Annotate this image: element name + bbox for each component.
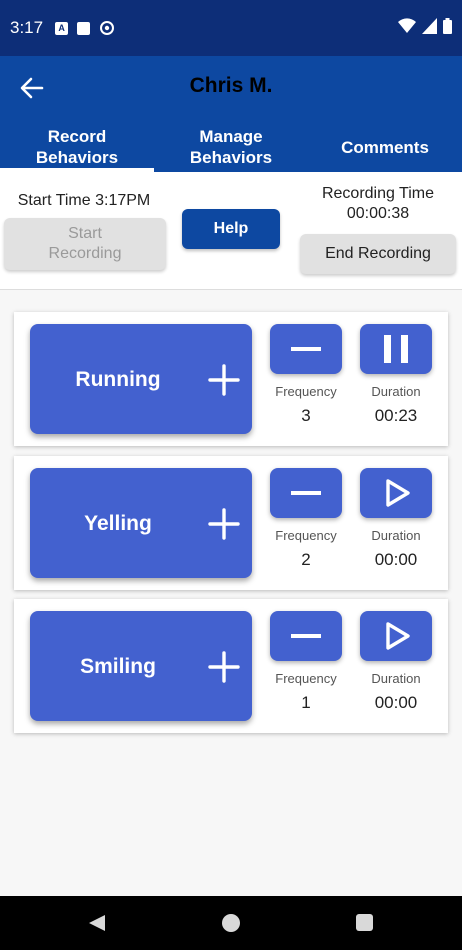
battery-icon [443,18,452,34]
behavior-smiling-button[interactable]: Smiling [30,611,252,721]
tab-manage-behaviors[interactable]: Manage Behaviors [154,122,308,172]
tab-bar: Record Behaviors Manage Behaviors Commen… [0,122,462,172]
start-recording-button[interactable]: Start Recording [4,218,166,270]
behavior-running-button[interactable]: Running [30,324,252,434]
decrement-frequency-button[interactable] [270,611,342,661]
plus-icon [208,651,240,683]
frequency-value: 2 [301,550,311,569]
sync-icon [100,21,115,35]
decrement-frequency-button[interactable] [270,324,342,374]
wifi-icon [398,18,416,33]
duration-label: Duration [371,384,421,399]
start-time: Start Time 3:17PM [17,192,151,209]
page-title: Chris M. [189,74,273,97]
behavior-card: Smiling Frequency 1 Duration 00:00 [14,599,448,733]
tab-comments[interactable]: Comments [308,122,462,172]
pause-icon [384,335,408,363]
frequency-value: 3 [301,406,311,425]
a-icon: A [55,21,69,35]
tab-label: Comments [341,137,429,157]
play-icon [386,479,410,507]
end-recording-label: End Recording [325,245,431,262]
behavior-name: Running [75,368,161,391]
duration-value: 00:00 [374,550,418,569]
sd-card-icon [77,21,91,35]
frequency-label: Frequency [275,671,337,686]
frequency-label: Frequency [275,528,337,543]
decrement-frequency-button[interactable] [270,468,342,518]
status-time: 3:17 [10,18,44,37]
minus-icon [291,347,321,351]
help-label: Help [213,220,249,237]
frequency-label: Frequency [275,384,337,399]
signal-icon [422,18,437,34]
duration-label: Duration [371,528,421,543]
start-recording-label: Start Recording [48,225,122,262]
play-icon [386,622,410,650]
system-nav-bar [0,896,462,950]
recording-controls: Start Time 3:17PM Start Recording Help R… [0,172,462,290]
minus-icon [291,491,321,495]
help-button[interactable]: Help [182,209,280,249]
nav-home-icon[interactable] [222,914,240,932]
duration-toggle-button[interactable] [360,324,432,374]
plus-icon [208,364,240,396]
frequency-value: 1 [301,693,311,712]
duration-value: 00:23 [374,406,418,425]
recording-time-label: Recording Time [321,185,435,202]
duration-label: Duration [371,671,421,686]
tab-record-behaviors[interactable]: Record Behaviors [0,122,154,172]
nav-recents-icon[interactable] [356,914,373,931]
plus-icon [208,508,240,540]
behavior-name: Yelling [84,512,152,535]
behavior-card: Yelling Frequency 2 Duration 00:00 [14,456,448,590]
behavior-name: Smiling [80,655,156,678]
minus-icon [291,634,321,638]
tab-label: Record Behaviors [35,127,119,167]
end-recording-button[interactable]: End Recording [300,234,456,274]
behavior-card: Running Frequency 3 Duration 00:23 [14,312,448,446]
behavior-yelling-button[interactable]: Yelling [30,468,252,578]
duration-toggle-button[interactable] [360,611,432,661]
duration-value: 00:00 [374,693,418,712]
nav-back-icon[interactable] [88,914,106,932]
tab-label: Manage Behaviors [189,127,273,167]
recording-time-value: 00:00:38 [346,205,410,222]
status-bar: 3:17 A [0,0,462,56]
recording-time: Recording Time 00:00:38 [300,184,456,224]
duration-toggle-button[interactable] [360,468,432,518]
